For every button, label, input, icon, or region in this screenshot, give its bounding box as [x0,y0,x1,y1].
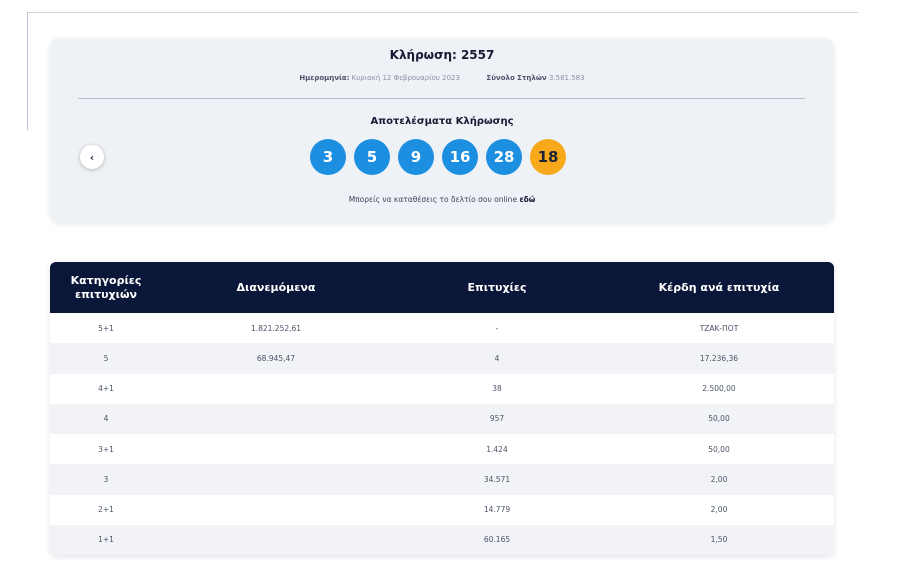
winners-cell: 60.165 [483,535,511,545]
winners-cell: 34.571 [483,474,511,484]
table-row: 4+1 38 2.500,00 [50,373,834,404]
distributed-cell [162,434,390,464]
prize-cell: 17.236,36 [699,353,739,363]
columns-value: 3.581.583 [548,74,585,82]
distributed-cell: 68.945,47 [256,353,296,363]
number-ball: 5 [354,139,390,175]
winning-numbers: 3 5 9 16 28 18 [310,139,566,175]
header-winners: Επιτυχίες [467,280,527,294]
prize-cell: 50,00 [708,414,730,424]
date-label: Ημερομηνία: [299,74,350,82]
distributed-cell: 1.821.252,61 [250,323,302,333]
prize-table: Κατηγορίες επιτυχιών Διανεμόμενα Επιτυχί… [50,262,834,555]
winners-cell: 1.424 [486,444,508,454]
header-categories: Κατηγορίες επιτυχιών [70,273,142,301]
date-value: Κυριακή 12 Φεβρουαρίου 2023 [351,74,460,82]
table-header-row: Κατηγορίες επιτυχιών Διανεμόμενα Επιτυχί… [50,262,834,313]
columns-label: Σύνολο Στηλών [486,74,547,82]
prize-cell: 2,00 [710,505,728,515]
winners-cell: 38 [492,384,502,394]
prize-cell: 50,00 [708,444,730,454]
winners-cell: 14.779 [483,505,511,515]
left-divider [27,12,28,130]
number-ball: 16 [442,139,478,175]
online-note-text: Μπορείς να καταθέσεις το δελτίο σου onli… [348,195,518,204]
distributed-cell [162,464,390,494]
category-cell: 5 [103,353,109,363]
prize-cell: 2,00 [710,474,728,484]
table-row: 5+1 1.821.252,61 - ΤΖΑΚ-ΠΟΤ [50,313,834,344]
bonus-ball: 18 [530,139,566,175]
category-cell: 3+1 [98,444,114,454]
winners-cell: 4 [494,353,500,363]
draw-card: Κλήρωση: 2557 Ημερομηνία: Κυριακή 12 Φεβ… [50,38,834,222]
distributed-cell [162,404,390,434]
card-divider [78,98,805,99]
number-ball: 3 [310,139,346,175]
header-distributed: Διανεμόμενα [236,280,316,294]
category-cell: 4+1 [98,384,114,394]
distributed-cell [162,374,390,404]
table-row: 3 34.571 2,00 [50,464,834,495]
distributed-cell [162,525,390,555]
online-note: Μπορείς να καταθέσεις το δελτίο σου onli… [50,195,834,204]
category-cell: 2+1 [98,505,114,515]
table-row: 3+1 1.424 50,00 [50,434,834,465]
header-prize-per-winner: Κέρδη ανά επιτυχία [658,280,780,294]
category-cell: 4 [103,414,109,424]
chevron-left-icon: ‹ [89,150,95,164]
winners-cell: 957 [489,414,505,424]
category-cell: 3 [103,474,109,484]
number-ball: 9 [398,139,434,175]
prize-cell: ΤΖΑΚ-ΠΟΤ [699,323,739,333]
previous-draw-button[interactable]: ‹ [80,145,104,169]
number-ball: 28 [486,139,522,175]
table-row: 5 68.945,47 4 17.236,36 [50,343,834,374]
prize-cell: 2.500,00 [702,384,736,394]
draw-title: Κλήρωση: 2557 [389,48,495,62]
table-row: 1+1 60.165 1,50 [50,524,834,555]
distributed-cell [162,495,390,525]
category-cell: 1+1 [98,535,114,545]
winners-cell: - [495,323,499,333]
top-divider [28,12,858,13]
table-row: 2+1 14.779 2,00 [50,494,834,525]
results-title: Αποτελέσματα Κλήρωσης [370,116,514,127]
table-row: 4 957 50,00 [50,403,834,434]
prize-cell: 1,50 [710,535,728,545]
draw-meta: Ημερομηνία: Κυριακή 12 Φεβρουαρίου 2023 … [50,74,834,82]
online-link[interactable]: εδώ [519,195,535,204]
category-cell: 5+1 [98,323,114,333]
